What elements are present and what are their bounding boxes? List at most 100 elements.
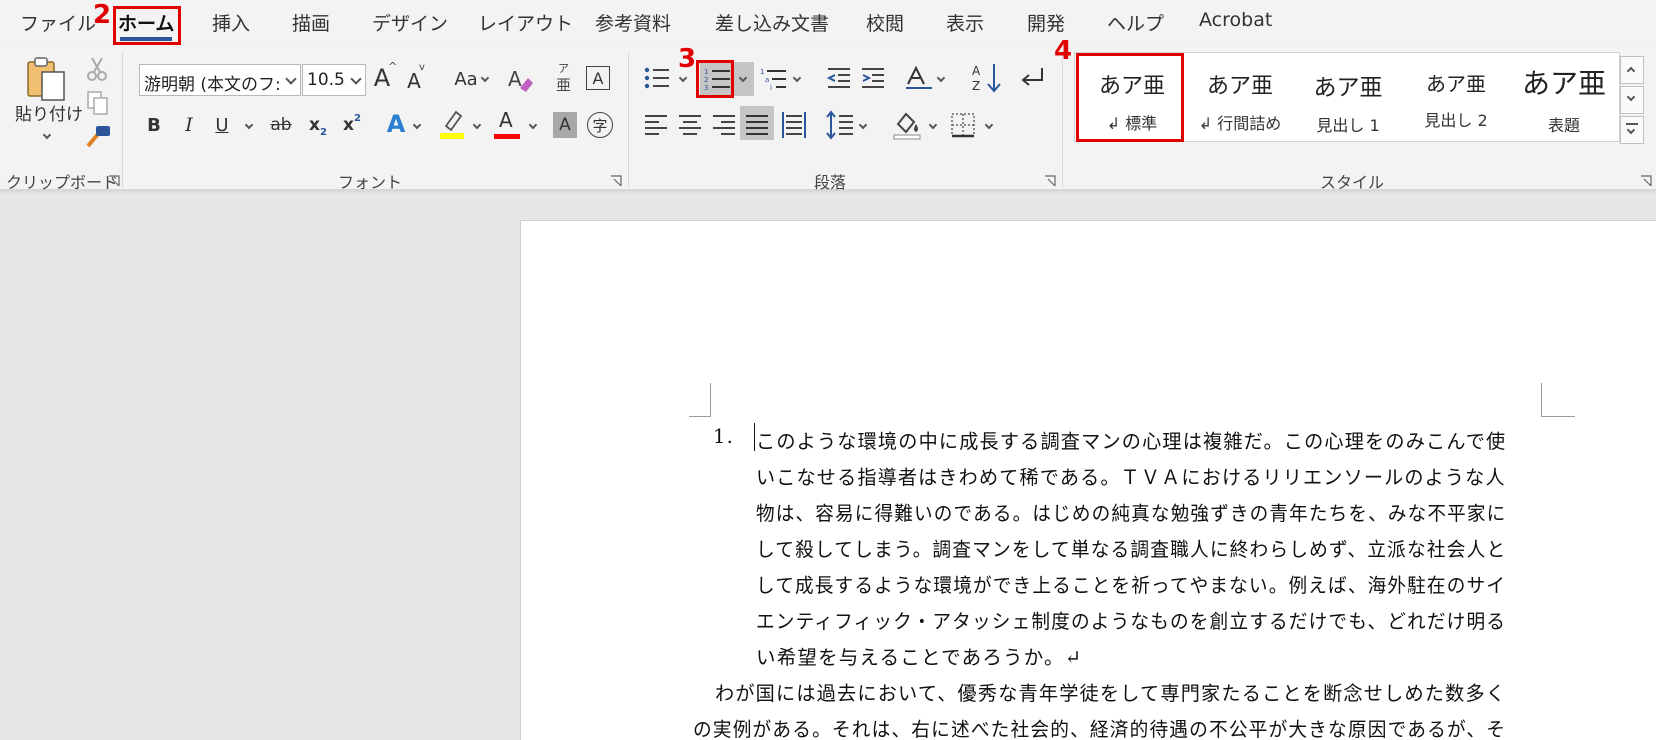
tab-file[interactable]: ファイル: [20, 9, 96, 36]
bullets-icon[interactable]: [644, 66, 670, 90]
align-right-icon[interactable]: [712, 114, 736, 136]
bold-icon: B: [147, 114, 161, 136]
show-formatting-marks-icon[interactable]: [1018, 64, 1048, 92]
clipboard-launcher-icon[interactable]: [108, 175, 120, 187]
highlight-chevron[interactable]: [472, 120, 482, 130]
style-heading-1-sample: あア亜: [1313, 75, 1383, 101]
list-line-3: 物は、容易に得難いのである。はじめの純真な勉強ずきの青年たちを、みな不平家に: [756, 502, 1507, 525]
italic-button[interactable]: I: [177, 110, 201, 140]
list-line-5: して成長するような環境ができ上ることを祈ってやまない。例えば、海外駐在のサイ: [756, 574, 1507, 597]
style-heading-2-name: 見出し 2: [1424, 111, 1488, 130]
list-line-2: いこなせる指導者はきわめて稀である。ＴＶＡにおけるリリエンソールのような人: [756, 466, 1506, 489]
crop-mark-right: [1541, 383, 1575, 417]
style-no-spacing[interactable]: あア亜 ↲ 行間詰め: [1188, 54, 1292, 138]
strikethrough-button[interactable]: ab: [266, 110, 296, 140]
highlight-color-icon[interactable]: [438, 108, 466, 140]
borders-icon[interactable]: [950, 112, 976, 138]
tab-developer[interactable]: 開発: [1027, 9, 1065, 36]
tab-review[interactable]: 校閲: [866, 9, 904, 36]
styles-launcher-icon[interactable]: [1640, 175, 1652, 187]
ribbon-home: 貼り付け クリップボード 游明朝 (本文のフ: 10.5 A ^ A v Aa …: [0, 44, 1656, 192]
justify-icon[interactable]: [745, 114, 769, 136]
styles-group-label: スタイル: [1320, 173, 1385, 192]
tab-mailings[interactable]: 差し込み文書: [715, 9, 829, 36]
paragraph-launcher-icon[interactable]: [1044, 175, 1056, 187]
shading-chevron[interactable]: [928, 120, 938, 130]
style-heading-1-name: 見出し 1: [1316, 116, 1380, 135]
tab-layout[interactable]: レイアウト: [478, 9, 573, 36]
style-heading-1[interactable]: あア亜 見出し 1: [1296, 54, 1400, 138]
superscript-button[interactable]: x2: [340, 110, 364, 140]
enclose-characters-button[interactable]: 字: [587, 112, 613, 138]
align-center-icon[interactable]: [678, 114, 702, 136]
underline-icon: U: [215, 114, 229, 136]
paragraph-group-label: 段落: [814, 173, 847, 192]
tab-design[interactable]: デザイン: [372, 9, 448, 36]
align-left-icon[interactable]: [644, 114, 668, 136]
chevron-down-icon: [1626, 92, 1636, 102]
tab-references[interactable]: 参考資料: [595, 9, 671, 36]
font-launcher-icon[interactable]: [610, 175, 622, 187]
chevron-up-icon: [1626, 66, 1636, 76]
font-color-button[interactable]: A: [494, 108, 520, 142]
text-effects-chevron[interactable]: [412, 120, 422, 130]
clear-formatting-icon[interactable]: A: [506, 64, 534, 94]
text-effects-button[interactable]: A: [382, 108, 410, 140]
decrease-indent-icon[interactable]: [826, 66, 852, 90]
tab-acrobat[interactable]: Acrobat: [1199, 9, 1272, 31]
tab-help[interactable]: ヘルプ: [1107, 9, 1164, 36]
character-shading-button[interactable]: A: [553, 112, 577, 138]
change-case-button[interactable]: Aa: [448, 64, 484, 94]
cut-icon[interactable]: [86, 56, 108, 82]
line-spacing-chevron[interactable]: [858, 120, 868, 130]
style-heading-2[interactable]: あア亜 見出し 2: [1404, 54, 1508, 138]
phonetic-guide-icon[interactable]: 亜: [556, 74, 571, 95]
asian-layout-chevron[interactable]: [936, 73, 946, 83]
underline-chevron[interactable]: [244, 120, 254, 130]
underline-button[interactable]: U: [210, 110, 234, 140]
font-name-value: 游明朝 (本文のフ:: [144, 75, 281, 95]
font-color-icon: A: [499, 108, 513, 132]
style-heading-2-sample: あア亜: [1426, 72, 1486, 96]
borders-chevron[interactable]: [984, 120, 994, 130]
font-size-value: 10.5: [307, 70, 345, 90]
copy-icon[interactable]: [86, 90, 110, 116]
format-painter-icon[interactable]: [84, 124, 112, 150]
list-line-7: い希望を与えることであろうか。↵: [756, 646, 1083, 669]
change-case-icon: Aa: [454, 68, 478, 90]
style-title[interactable]: あア亜 表題: [1512, 54, 1616, 138]
italic-icon: I: [185, 114, 193, 136]
character-border-icon: A: [592, 68, 604, 88]
text-effects-icon: A: [386, 110, 406, 138]
styles-scroll-up-button[interactable]: [1620, 56, 1644, 84]
styles-scroll-down-button[interactable]: [1620, 86, 1644, 114]
tab-view[interactable]: 表示: [946, 9, 984, 36]
multilevel-chevron[interactable]: [792, 73, 802, 83]
bullets-chevron[interactable]: [678, 73, 688, 83]
ribbon-tab-bar: ファイル ホーム 挿入 描画 デザイン レイアウト 参考資料 差し込み文書 校閲…: [0, 0, 1656, 44]
line-spacing-icon[interactable]: [826, 110, 854, 140]
increase-indent-icon[interactable]: [860, 66, 886, 90]
svg-text:A: A: [508, 67, 522, 91]
strikethrough-icon: ab: [270, 115, 292, 135]
asian-layout-icon[interactable]: [904, 64, 934, 92]
font-color-chevron[interactable]: [528, 120, 538, 130]
character-border-button[interactable]: A: [586, 66, 610, 90]
bold-button[interactable]: B: [142, 110, 166, 140]
superscript-icon: x: [343, 115, 354, 135]
subscript-button[interactable]: x2: [306, 110, 330, 140]
document-page[interactable]: 1. このような環境の中に成長する調査マンの心理は複雑だ。この心理をのみこんで使…: [520, 220, 1656, 740]
tab-insert[interactable]: 挿入: [212, 9, 250, 36]
multilevel-list-icon[interactable]: 1 a i: [760, 66, 788, 92]
font-name-combo[interactable]: 游明朝 (本文のフ:: [139, 64, 301, 96]
styles-more-button[interactable]: [1620, 116, 1644, 144]
svg-text:a: a: [765, 76, 769, 84]
tab-draw[interactable]: 描画: [292, 9, 330, 36]
grow-caret-icon: ^: [388, 60, 398, 73]
distributed-align-icon[interactable]: [780, 110, 808, 140]
paste-dropdown-chevron[interactable]: [42, 130, 52, 140]
sort-icon[interactable]: A Z: [972, 62, 1002, 94]
subscript-icon: x: [309, 115, 320, 135]
shading-icon[interactable]: [892, 110, 922, 140]
crop-mark-left: [689, 383, 711, 417]
